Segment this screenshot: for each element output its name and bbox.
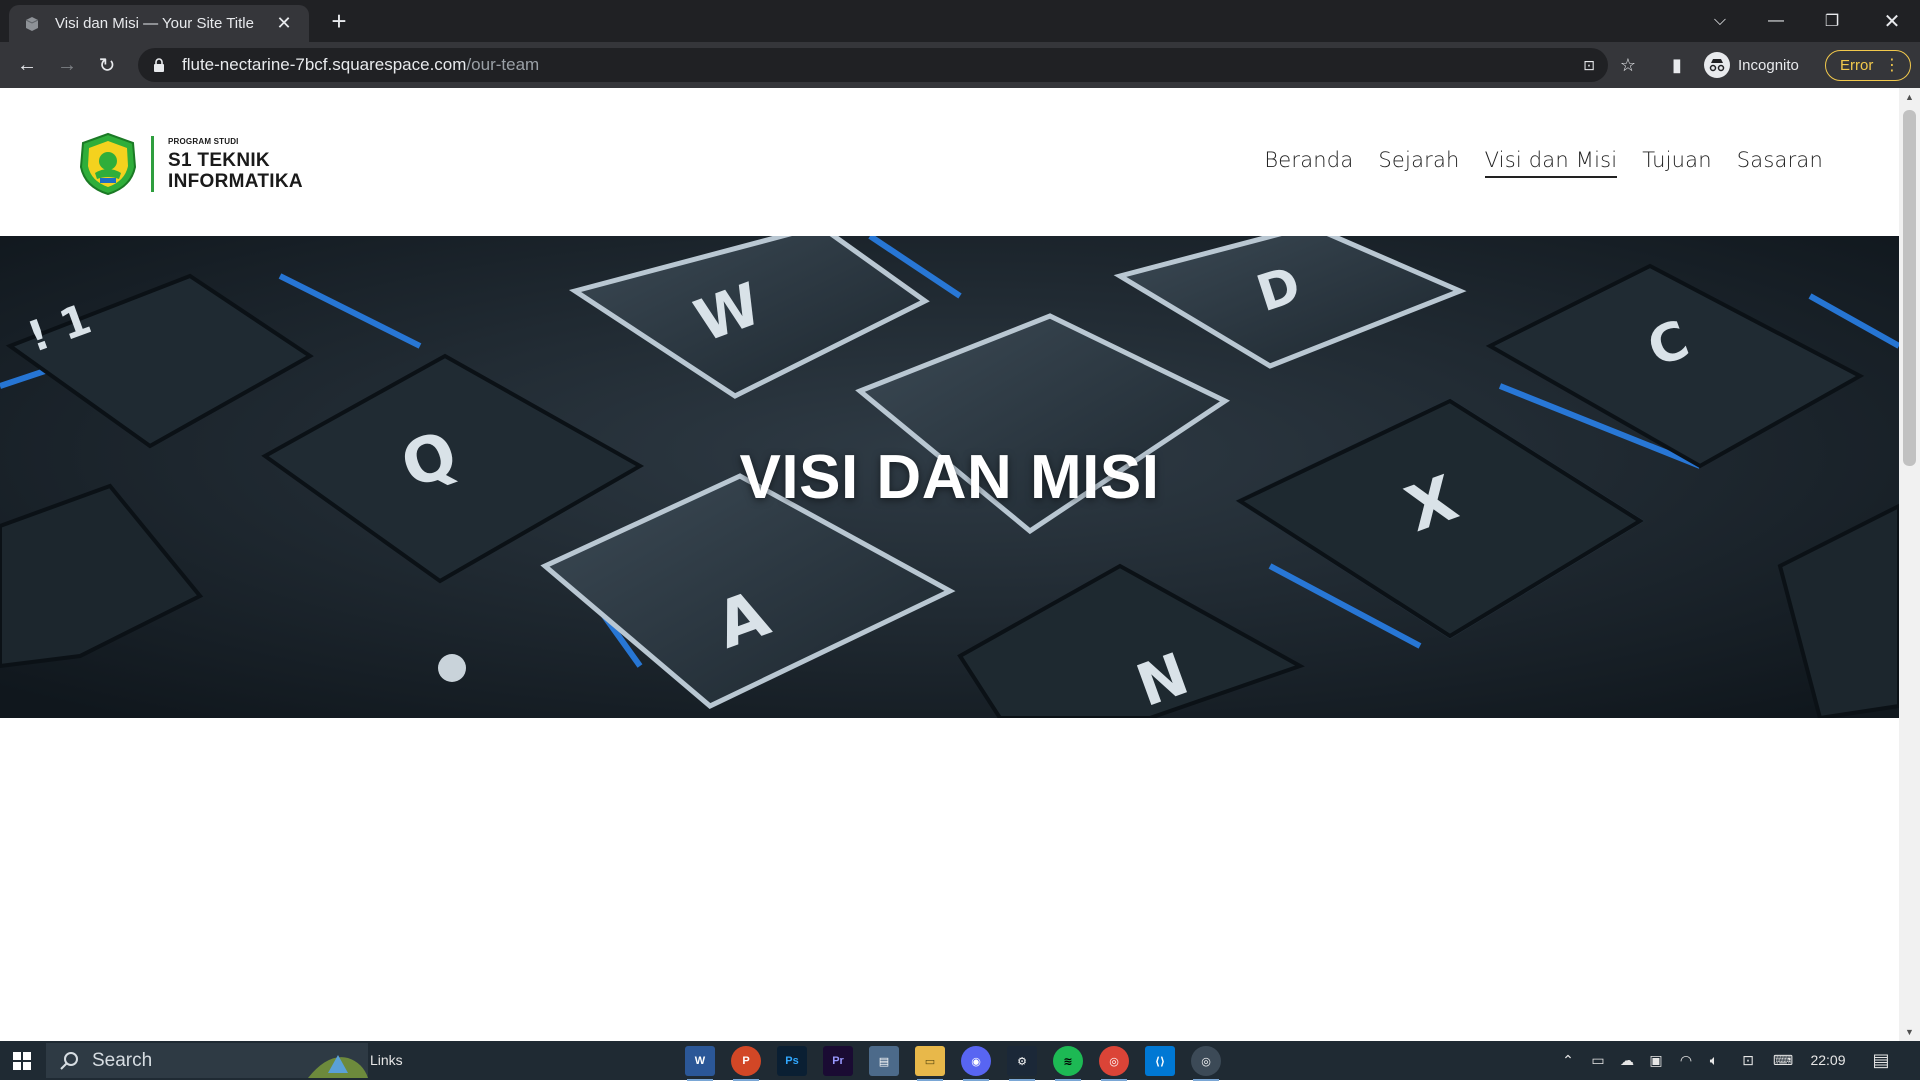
hero-banner: W D Q A X C N ! 1 VISI DAN MISI [0,236,1899,718]
word-icon[interactable]: W [685,1046,715,1081]
main-nav: Beranda Sejarah Visi dan Misi Tujuan Sas… [1264,148,1823,178]
premiere-icon[interactable]: Pr [823,1046,853,1076]
address-bar[interactable]: flute-nectarine-7bcf.squarespace.com /ou… [138,48,1608,82]
new-tab-button[interactable]: + [324,6,354,36]
lock-icon [154,58,164,72]
meet-now-icon[interactable]: ⊡ [1736,1041,1760,1080]
vscode-icon[interactable]: ⟨⟩ [1145,1046,1175,1076]
spotify-icon[interactable]: ≋ [1053,1046,1083,1081]
scroll-down-arrow-icon[interactable]: ▼ [1899,1027,1920,1037]
battery-icon[interactable]: ▭ [1586,1041,1610,1080]
onedrive-icon[interactable]: ☁ [1614,1041,1640,1080]
logo-small-text: PROGRAM STUDI [168,136,239,146]
taskbar: Search Links W P Ps Pr ▤ ▭ ◉ ⚙ ≋ ◎ ⟨⟩ ◎ … [0,1041,1920,1081]
page-scrollbar[interactable]: ▲ ▼ [1899,88,1920,1041]
powerpoint-icon[interactable]: P [731,1046,761,1081]
translate-icon[interactable]: ⊡ [1579,55,1599,75]
close-window-button[interactable]: ✕ [1864,0,1920,42]
site-favicon-icon [25,16,39,31]
browser-toolbar: ← → ↻ flute-nectarine-7bcf.squarespace.c… [0,42,1920,88]
start-button[interactable] [0,1041,44,1080]
page-viewport: PROGRAM STUDI S1 TEKNIK INFORMATIKA Bera… [0,88,1899,1041]
photoshop-icon[interactable]: Ps [777,1046,807,1076]
incognito-indicator[interactable]: Incognito [1704,50,1799,80]
notifications-icon[interactable]: ▤ [1866,1041,1896,1080]
incognito-icon [1704,52,1730,78]
nav-beranda[interactable]: Beranda [1264,148,1353,178]
search-label: Search [92,1049,153,1071]
wifi-icon[interactable]: ◠ [1674,1041,1698,1080]
windows-logo-icon [13,1051,31,1070]
explorer-icon[interactable]: ▭ [915,1046,945,1081]
url-host: flute-nectarine-7bcf.squarespace.com [182,55,467,74]
incognito-label: Incognito [1738,56,1799,74]
tab-strip: Visi dan Misi — Your Site Title ✕ + ⌵ — … [0,0,1920,42]
tray-overflow-icon[interactable]: ⌃ [1556,1041,1580,1080]
scroll-up-arrow-icon[interactable]: ▲ [1899,92,1920,102]
tab-close-icon[interactable]: ✕ [273,13,295,34]
site-header: PROGRAM STUDI S1 TEKNIK INFORMATIKA Bera… [0,88,1899,236]
discord-icon[interactable]: ◉ [961,1046,991,1081]
forward-button[interactable]: → [52,50,82,80]
nav-sejarah[interactable]: Sejarah [1378,148,1459,178]
nav-sasaran[interactable]: Sasaran [1737,148,1823,178]
nav-visi-dan-misi[interactable]: Visi dan Misi [1484,148,1618,178]
chrome-icon[interactable]: ◎ [1099,1046,1129,1081]
links-toolbar[interactable]: Links [370,1041,403,1080]
tab-active[interactable]: Visi dan Misi — Your Site Title ✕ [9,5,309,42]
bookmark-star-icon[interactable]: ☆ [1618,55,1638,75]
nav-tujuan[interactable]: Tujuan [1642,148,1711,178]
error-button[interactable]: Error ⋮ [1825,50,1911,81]
side-panel-icon[interactable]: ▮ [1667,55,1687,75]
logo-line-2: INFORMATIKA [168,170,303,192]
url-path: /our-team [466,55,540,74]
restore-button[interactable]: ❐ [1804,0,1860,42]
display-icon[interactable]: ▣ [1644,1041,1668,1080]
photos-icon[interactable]: ▤ [869,1046,899,1076]
hero-title: VISI DAN MISI [739,442,1160,512]
scrollbar-thumb[interactable] [1903,110,1916,466]
search-icon [60,1051,78,1070]
taskbar-search[interactable]: Search [46,1043,368,1078]
minimize-button[interactable]: — [1748,0,1804,42]
chrome-active-icon[interactable]: ◎ [1191,1046,1221,1081]
steam-icon[interactable]: ⚙ [1007,1046,1037,1081]
site-logo[interactable]: PROGRAM STUDI S1 TEKNIK INFORMATIKA [75,131,303,197]
search-highlight-image [308,1055,368,1078]
keyboard-icon[interactable]: ⌨ [1766,1041,1800,1080]
back-button[interactable]: ← [12,50,42,80]
university-seal-icon [79,132,137,196]
menu-dots-icon: ⋮ [1884,57,1900,74]
volume-icon[interactable]: 🔈︎ [1702,1041,1726,1080]
error-label: Error [1840,57,1874,74]
logo-line-1: S1 TEKNIK [168,149,270,171]
tab-title: Visi dan Misi — Your Site Title [55,15,254,32]
tab-search-chevron-icon[interactable]: ⌵ [1692,0,1748,42]
reload-button[interactable]: ↻ [92,50,122,80]
logo-divider [151,136,154,192]
clock[interactable]: 22:09 [1806,1041,1850,1080]
